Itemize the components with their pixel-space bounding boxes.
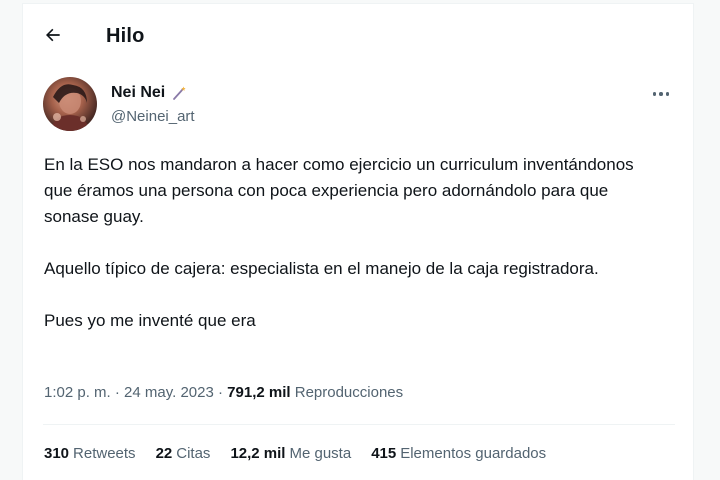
magic-wand-icon bbox=[173, 86, 186, 100]
thread-header: Hilo bbox=[23, 4, 693, 62]
avatar-image bbox=[51, 84, 89, 131]
engagement-stats: 310 Retweets 22 Citas 12,2 mil Me gusta 415… bbox=[44, 445, 546, 462]
author-handle[interactable]: @Neinei_art bbox=[111, 108, 195, 125]
likes-count: 12,2 mil bbox=[230, 445, 286, 462]
back-button[interactable] bbox=[39, 21, 67, 49]
author-name[interactable]: Nei Nei bbox=[111, 84, 187, 102]
retweets-label: Retweets bbox=[73, 445, 136, 462]
meta-separator: · bbox=[110, 384, 125, 401]
retweets-stat[interactable]: 310 Retweets bbox=[44, 445, 136, 462]
views-count: 791,2 mil bbox=[227, 384, 291, 401]
more-horizontal-icon bbox=[652, 92, 670, 96]
likes-label: Me gusta bbox=[289, 445, 352, 462]
tweet-time[interactable]: 1:02 p. m. bbox=[44, 384, 111, 401]
tweet-date[interactable]: 24 may. 2023 bbox=[124, 384, 214, 401]
divider bbox=[43, 424, 675, 425]
thread-column: Hilo Nei Nei @Neinei_art En la ESO nos m… bbox=[22, 3, 694, 480]
tweet-meta: 1:02 p. m. · 24 may. 2023 · 791,2 mil Re… bbox=[44, 384, 403, 401]
retweets-count: 310 bbox=[44, 445, 70, 462]
tweet-text: En la ESO nos mandaron a hacer como ejer… bbox=[44, 152, 664, 334]
quotes-count: 22 bbox=[155, 445, 173, 462]
likes-stat[interactable]: 12,2 mil Me gusta bbox=[230, 445, 351, 462]
meta-separator: · bbox=[213, 384, 228, 401]
tweet-paragraph: En la ESO nos mandaron a hacer como ejer… bbox=[44, 155, 634, 226]
bookmarks-count: 415 bbox=[371, 445, 397, 462]
more-options-button[interactable] bbox=[649, 84, 673, 104]
tweet-paragraph: Aquello típico de cajera: especialista e… bbox=[44, 259, 599, 278]
bookmarks-stat[interactable]: 415 Elementos guardados bbox=[371, 445, 546, 462]
arrow-left-icon bbox=[46, 28, 60, 42]
page-title: Hilo bbox=[106, 25, 145, 47]
quotes-label: Citas bbox=[176, 445, 211, 462]
author-name-text: Nei Nei bbox=[111, 84, 166, 101]
bookmarks-label: Elementos guardados bbox=[400, 445, 547, 462]
tweet-paragraph: Pues yo me inventé que era bbox=[44, 311, 256, 330]
avatar[interactable] bbox=[43, 77, 97, 131]
views-label: Reproducciones bbox=[294, 384, 404, 401]
quotes-stat[interactable]: 22 Citas bbox=[156, 445, 211, 462]
